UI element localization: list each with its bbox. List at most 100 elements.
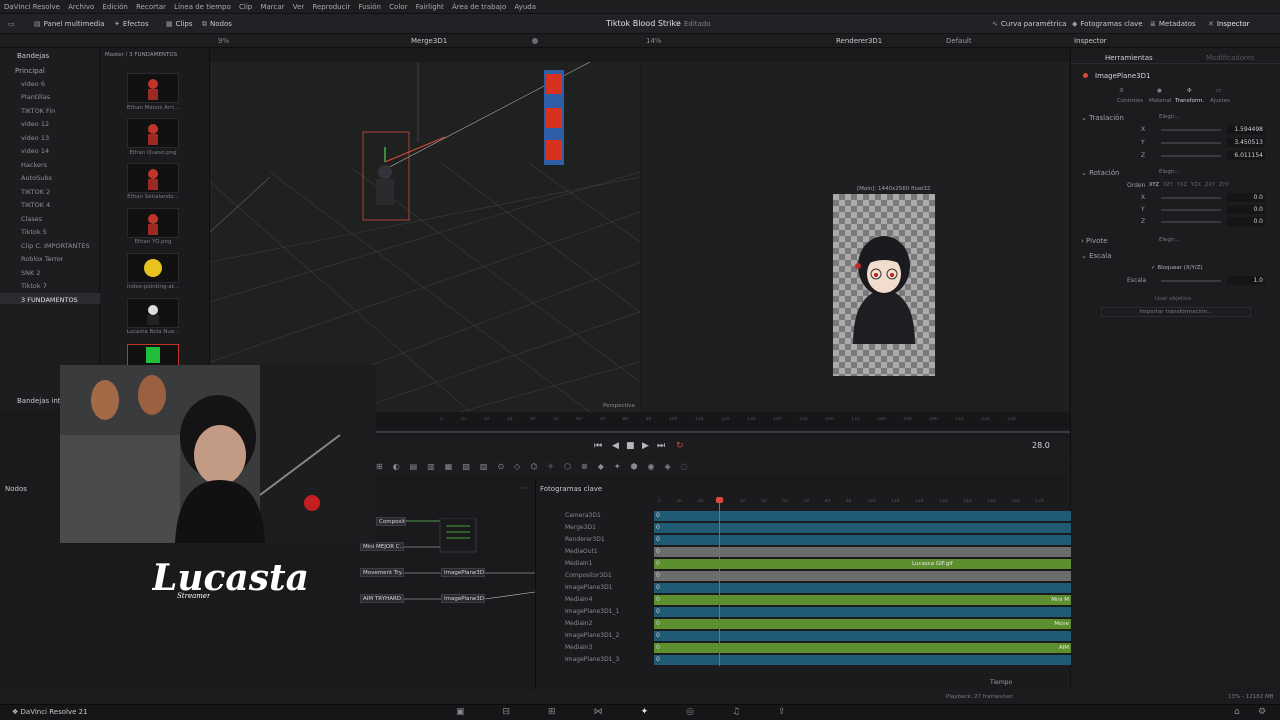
spline-button[interactable]: ∿ Curva paramétrica — [992, 14, 1066, 34]
fusion-tool-icons[interactable]: ⊞◐▤▥▦▧▨⊙◇⌬✧⬡⊗◆✦⬢◉◈◌ — [376, 462, 698, 471]
track-bar[interactable] — [654, 511, 1071, 521]
viewer2-zoom[interactable]: 14% — [646, 37, 662, 45]
tab-tools[interactable]: Herramientas — [1105, 54, 1153, 62]
keyframe-track-row[interactable]: ImagePlane3D1 0 — [536, 582, 1071, 594]
bin-item[interactable]: SNK 2 — [21, 269, 40, 277]
bin-item[interactable]: Clip C. IMPORTANTES — [21, 242, 90, 250]
track-bar[interactable] — [654, 655, 1071, 665]
timeline-ruler[interactable]: 0 10 20 30 40 50 60 70 80 90 100 110 120… — [376, 412, 1070, 433]
keyframe-track-row[interactable]: MediaIn3 0 AIM — [536, 642, 1071, 654]
menu-item[interactable]: Recortar — [136, 0, 166, 14]
bin-item[interactable]: Roblox Terror — [21, 255, 63, 263]
current-frame[interactable]: 28.0 — [1032, 441, 1050, 450]
playhead-handle[interactable] — [716, 497, 723, 503]
play-reverse-icon[interactable]: ◀ — [612, 441, 619, 451]
bin-item[interactable]: AutoSubs — [21, 174, 52, 182]
track-bar[interactable] — [654, 619, 1071, 629]
bin-item[interactable]: video 6 — [21, 80, 45, 88]
clip-thumbnail[interactable] — [127, 253, 179, 283]
tab-modifiers[interactable]: Modificadores — [1206, 54, 1255, 62]
keyframe-track-row[interactable]: Merge3D1 0 — [536, 522, 1071, 534]
clip-thumbnail[interactable] — [127, 118, 179, 148]
bin-item[interactable]: Clases — [21, 215, 42, 223]
scale-slider[interactable] — [1161, 280, 1221, 282]
bin-item[interactable]: Tiktok 5 — [21, 228, 47, 236]
subtab-controls[interactable]: Controles — [1117, 98, 1143, 104]
bin-root[interactable]: Principal — [15, 67, 45, 75]
section-pivot[interactable]: › Pivote — [1081, 237, 1108, 245]
bin-item[interactable]: Tiktok 7 — [21, 282, 47, 290]
clips-button[interactable]: ▦ Clips — [166, 14, 193, 34]
keyframe-track-row[interactable]: ImagePlane3D1_1 0 — [536, 606, 1071, 618]
rotation-pick-button[interactable]: Elegir... — [1159, 169, 1179, 175]
rotation-x[interactable]: 0.0 — [1227, 193, 1265, 202]
menu-item[interactable]: Reproducir — [312, 0, 350, 14]
order-xzy[interactable]: XZY — [1163, 182, 1173, 188]
clip-thumbnail[interactable] — [127, 73, 179, 103]
keyframe-track-row[interactable]: ImagePlane3D1_2 0 — [536, 630, 1071, 642]
track-bar[interactable] — [654, 607, 1071, 617]
track-bar[interactable] — [654, 535, 1071, 545]
media-pool-button[interactable]: ▤ Panel multimedia — [34, 14, 104, 34]
inspector-button[interactable]: ✕ Inspector — [1208, 14, 1250, 34]
viewer2-default[interactable]: Default — [946, 37, 972, 45]
fusion-page-icon[interactable]: ✦ — [641, 707, 687, 717]
bin-item[interactable]: TIKTOK 4 — [21, 201, 50, 209]
track-bar[interactable] — [654, 559, 1071, 569]
subtab-transform[interactable]: Transform. — [1175, 98, 1204, 104]
time-dropdown[interactable]: Tiempo — [990, 679, 1012, 686]
clip-thumbnail[interactable] — [127, 298, 179, 328]
material-icon[interactable]: ● — [1157, 88, 1162, 94]
menu-item[interactable]: Archivo — [68, 0, 94, 14]
track-bar[interactable] — [654, 547, 1071, 557]
node-mediain[interactable]: Mini MEJOR C... — [360, 542, 404, 551]
translation-z[interactable]: 6.011154 — [1227, 151, 1265, 160]
order-yzx[interactable]: YZX — [1191, 182, 1201, 188]
page-tabs[interactable]: ▣⊟⊞⋈✦◎♫⇪ — [456, 707, 824, 717]
rot-z-slider[interactable] — [1161, 221, 1221, 223]
pivot-pick-button[interactable]: Elegir... — [1159, 237, 1179, 243]
rot-x-slider[interactable] — [1161, 197, 1221, 199]
metadata-button[interactable]: ≣ Metadatos — [1150, 14, 1196, 34]
go-to-end-icon[interactable]: ⏭ — [657, 441, 665, 451]
bin-item[interactable]: Hackers — [21, 161, 47, 169]
order-xyz[interactable]: XYZ — [1149, 182, 1159, 188]
keyframe-track-row[interactable]: Renderer3D1 0 — [536, 534, 1071, 546]
panel-toggle-icon[interactable]: ▭ — [8, 14, 18, 34]
playhead[interactable] — [719, 498, 720, 666]
x-slider[interactable] — [1161, 129, 1221, 131]
pick-button[interactable]: Elegir... — [1159, 114, 1179, 120]
keyframe-track-row[interactable]: ImagePlane3D1_3 0 — [536, 654, 1071, 666]
transform-icon[interactable]: ✣ — [1187, 88, 1192, 94]
translation-x[interactable]: 1.594498 — [1227, 125, 1265, 134]
order-zxy[interactable]: ZXY — [1205, 182, 1215, 188]
import-transform-button[interactable]: Importar transformación... — [1101, 307, 1251, 317]
section-scale[interactable]: ⌄ Escala — [1081, 252, 1112, 260]
timeline-range-bar[interactable] — [376, 431, 1070, 433]
viewer1-zoom[interactable]: 9% — [218, 37, 229, 45]
track-bar[interactable] — [654, 631, 1071, 641]
keyframe-track-row[interactable]: MediaIn2 0 Move — [536, 618, 1071, 630]
keyframes-button[interactable]: ◆ Fotogramas clave — [1072, 14, 1143, 34]
loop-icon[interactable]: ↻ — [676, 441, 684, 451]
controls-icon[interactable]: ⚙ — [1119, 88, 1124, 94]
keyframe-track-row[interactable]: Camera3D1 0 — [536, 510, 1071, 522]
node-mediain[interactable]: AIM TRYHARD... — [360, 594, 404, 603]
rotation-z[interactable]: 0.0 — [1227, 217, 1265, 226]
rot-y-slider[interactable] — [1161, 209, 1221, 211]
track-bar[interactable] — [654, 523, 1071, 533]
clip-thumbnail[interactable] — [127, 208, 179, 238]
node-color-dot[interactable] — [1083, 73, 1088, 78]
go-to-start-icon[interactable]: ⏮ — [594, 441, 602, 451]
bin-item[interactable]: TIKTOK 2 — [21, 188, 50, 196]
menu-item[interactable]: Fairlight — [416, 0, 444, 14]
keyframes-panel[interactable]: Fotogramas clave 0 10 20 30 40 50 60 70 … — [535, 480, 1071, 690]
scale-value[interactable]: 1.0 — [1227, 276, 1265, 285]
rotation-y[interactable]: 0.0 — [1227, 205, 1265, 214]
nodes-button[interactable]: ⧉ Nodos — [202, 14, 232, 34]
menu-item[interactable]: Línea de tiempo — [174, 0, 231, 14]
bin-item[interactable]: TIKTOK Fin — [21, 107, 55, 115]
menu-item[interactable]: Edición — [103, 0, 128, 14]
bin-item[interactable]: video 14 — [21, 147, 49, 155]
viewer1-dot-icon[interactable] — [532, 38, 538, 44]
